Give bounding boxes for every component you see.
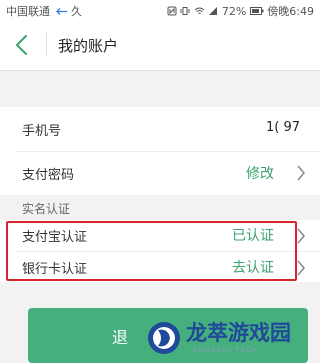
signal-icon: [209, 7, 218, 15]
watermark-logo-icon: [148, 322, 180, 354]
chevron-right-icon: [297, 260, 305, 276]
vibrate-icon: [180, 7, 190, 15]
status-right: 72% 傍晚6:49: [167, 3, 314, 19]
back-button[interactable]: [8, 30, 38, 60]
account-section: 手机号 1( 97 支付密码 修改: [0, 107, 320, 195]
status-time: 傍晚6:49: [267, 5, 314, 18]
battery-level: 72%: [221, 5, 247, 18]
watermark-subtitle: LONGCUI TECH: [193, 346, 258, 354]
nav-divider: [46, 32, 47, 56]
chevron-right-icon: [297, 165, 305, 181]
page-title: 我的账户: [58, 37, 119, 55]
back-arrow-icon: [16, 35, 27, 55]
usb-icon: [55, 8, 67, 15]
watermark: 龙萃游戏园 LONGCUI TECH: [146, 316, 316, 363]
nfc-icon: [167, 6, 177, 16]
phone-label: 手机号: [22, 124, 62, 139]
watermark-title: 龙萃游戏园: [186, 321, 291, 345]
realname-section-title: 实名认证: [22, 202, 71, 216]
wifi-icon: [194, 7, 205, 14]
battery-icon: [249, 7, 264, 15]
logout-button-label: 退: [112, 328, 129, 347]
status-left: 中国联通 久: [6, 3, 82, 19]
carrier-name: 中国联通: [6, 5, 50, 18]
phone-row: 手机号 1( 97: [0, 107, 320, 151]
modify-link[interactable]: 修改: [246, 163, 274, 183]
nav-bar: 我的账户: [0, 20, 320, 71]
pay-password-row[interactable]: 支付密码 修改: [0, 151, 320, 195]
phone-value: 1( 97: [265, 120, 300, 135]
highlight-box: [6, 221, 297, 281]
carrier-extra: 久: [71, 5, 82, 18]
chevron-right-icon: [297, 228, 305, 244]
pay-password-label: 支付密码: [22, 168, 75, 183]
status-bar: 中国联通 久 72% 傍晚6:49: [0, 0, 320, 20]
